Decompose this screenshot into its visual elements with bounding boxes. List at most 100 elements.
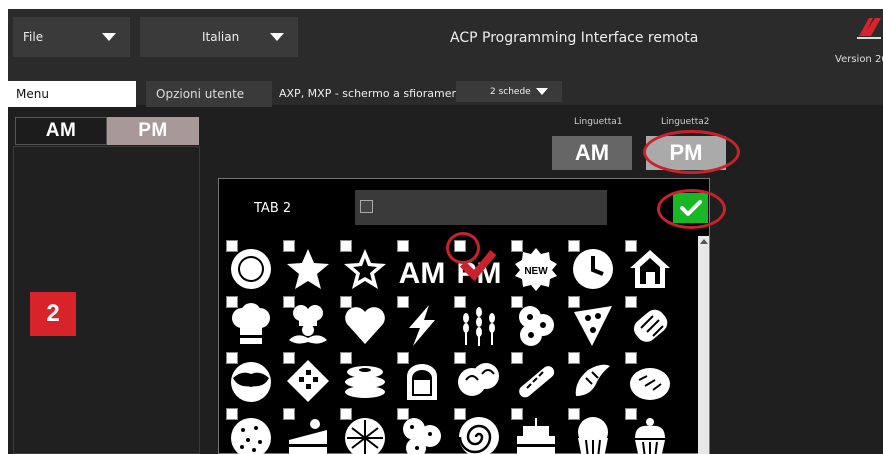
icon-cell-cookie[interactable] <box>222 404 278 454</box>
icon-cell-pizza-slice[interactable] <box>564 292 620 348</box>
icon-cell-lightning[interactable] <box>393 292 449 348</box>
icon-cell-star[interactable] <box>279 236 335 292</box>
icon-checkbox[interactable] <box>226 408 238 420</box>
cookie-icon <box>231 418 271 454</box>
icon-cell-cake-slice[interactable] <box>279 404 335 454</box>
left-tab-pm[interactable]: PM <box>107 117 199 145</box>
icon-checkbox[interactable] <box>454 296 466 308</box>
icon-checkbox[interactable] <box>625 352 637 364</box>
icon-checkbox[interactable] <box>397 296 409 308</box>
icon-cell-cookies[interactable] <box>393 404 449 454</box>
icon-checkbox[interactable] <box>340 240 352 252</box>
icon-cell-muffin[interactable] <box>564 404 620 454</box>
icon-checkbox[interactable] <box>625 240 637 252</box>
donuts-icon <box>519 306 554 346</box>
icon-checkbox[interactable] <box>511 408 523 420</box>
icon-cell-chef-mustache[interactable] <box>279 292 335 348</box>
toast-icon <box>407 364 437 400</box>
icon-checkbox[interactable] <box>568 296 580 308</box>
tab1-am-button[interactable]: AM <box>552 136 632 170</box>
tab-user-options[interactable]: Opzioni utente <box>146 81 272 107</box>
tab-name-input[interactable] <box>355 190 607 225</box>
waffle-icon <box>287 360 329 402</box>
icon-cell-am-text[interactable]: AM <box>393 236 449 292</box>
icon-checkbox[interactable] <box>454 352 466 364</box>
icon-cell-toast[interactable] <box>393 348 449 404</box>
icon-cell-heart[interactable] <box>336 292 392 348</box>
icon-checkbox[interactable] <box>226 296 238 308</box>
cupcake-icon <box>635 418 665 454</box>
cake-slice-icon <box>289 419 327 454</box>
icon-checkbox[interactable] <box>568 240 580 252</box>
lightning-icon <box>409 305 435 346</box>
icon-cell-bread-loaf[interactable] <box>621 292 677 348</box>
icon-cell-clock[interactable] <box>564 236 620 292</box>
icon-cell-pie[interactable] <box>336 404 392 454</box>
icon-checkbox[interactable] <box>625 296 637 308</box>
icon-checkbox[interactable] <box>397 352 409 364</box>
icon-cell-wheat[interactable] <box>450 292 506 348</box>
round-bread-icon <box>630 368 670 400</box>
icon-checkbox[interactable] <box>511 240 523 252</box>
tabs-count-dropdown[interactable]: 2 schede <box>456 81 562 102</box>
donut-icon <box>231 362 271 402</box>
icon-checkbox[interactable] <box>226 240 238 252</box>
bread-loaf-icon <box>633 309 668 342</box>
tab1-caption: Linguetta1 <box>574 117 623 127</box>
left-tab-am[interactable]: AM <box>15 117 107 145</box>
tab-menu[interactable]: Menu <box>8 81 136 107</box>
icon-grid-scrollbar[interactable] <box>698 236 709 454</box>
icon-checkbox[interactable] <box>568 408 580 420</box>
icon-cell-home[interactable] <box>621 236 677 292</box>
scroll-up-icon <box>700 239 708 244</box>
icon-cell-pancakes[interactable] <box>336 348 392 404</box>
star-outline-icon <box>344 249 386 289</box>
icon-cell-round-bread[interactable] <box>621 348 677 404</box>
left-margin <box>0 0 8 454</box>
icon-checkbox[interactable] <box>511 352 523 364</box>
icon-checkbox[interactable] <box>397 408 409 420</box>
home-icon <box>630 250 670 288</box>
icon-cell-pretzel-bread[interactable] <box>450 348 506 404</box>
pancakes-icon <box>345 366 385 398</box>
icon-checkbox[interactable] <box>625 408 637 420</box>
chef-mustache-icon <box>289 305 327 344</box>
icon-checkbox[interactable] <box>454 408 466 420</box>
highlight-ring <box>657 189 726 229</box>
plate-icon <box>231 249 271 289</box>
icon-checkbox[interactable] <box>397 240 409 252</box>
icon-cell-new-badge[interactable]: NEW <box>507 236 563 292</box>
pizza-slice-icon <box>574 306 612 346</box>
icon-checkbox[interactable] <box>283 352 295 364</box>
icon-grid: AM PM NEW <box>222 236 698 454</box>
top-margin <box>0 0 883 9</box>
baguette-icon <box>519 366 555 398</box>
brand-logo-icon <box>857 18 881 39</box>
language-dropdown[interactable]: Italian <box>140 17 298 57</box>
new-badge-icon: NEW <box>515 248 557 291</box>
tab-name-checkbox[interactable] <box>360 200 373 213</box>
icon-cell-cupcake[interactable] <box>621 404 677 454</box>
icon-cell-plate[interactable] <box>222 236 278 292</box>
icon-checkbox[interactable] <box>283 240 295 252</box>
icon-checkbox[interactable] <box>340 352 352 364</box>
icon-checkbox[interactable] <box>226 352 238 364</box>
icon-checkbox[interactable] <box>568 352 580 364</box>
icon-cell-cinnamon-roll[interactable] <box>450 404 506 454</box>
icon-cell-waffle[interactable] <box>279 348 335 404</box>
icon-cell-chef-hat[interactable] <box>222 292 278 348</box>
icon-checkbox[interactable] <box>283 296 295 308</box>
icon-cell-croissant[interactable] <box>564 348 620 404</box>
step-badge: 2 <box>30 292 76 336</box>
icon-checkbox[interactable] <box>511 296 523 308</box>
icon-cell-donut[interactable] <box>222 348 278 404</box>
icon-checkbox[interactable] <box>283 408 295 420</box>
file-dropdown[interactable]: File <box>13 17 130 57</box>
icon-checkbox[interactable] <box>340 296 352 308</box>
icon-cell-star-outline[interactable] <box>336 236 392 292</box>
icon-checkbox[interactable] <box>340 408 352 420</box>
icon-cell-layer-cake[interactable] <box>507 404 563 454</box>
icon-cell-donuts[interactable] <box>507 292 563 348</box>
icon-cell-baguette[interactable] <box>507 348 563 404</box>
chevron-down-icon <box>270 33 284 41</box>
